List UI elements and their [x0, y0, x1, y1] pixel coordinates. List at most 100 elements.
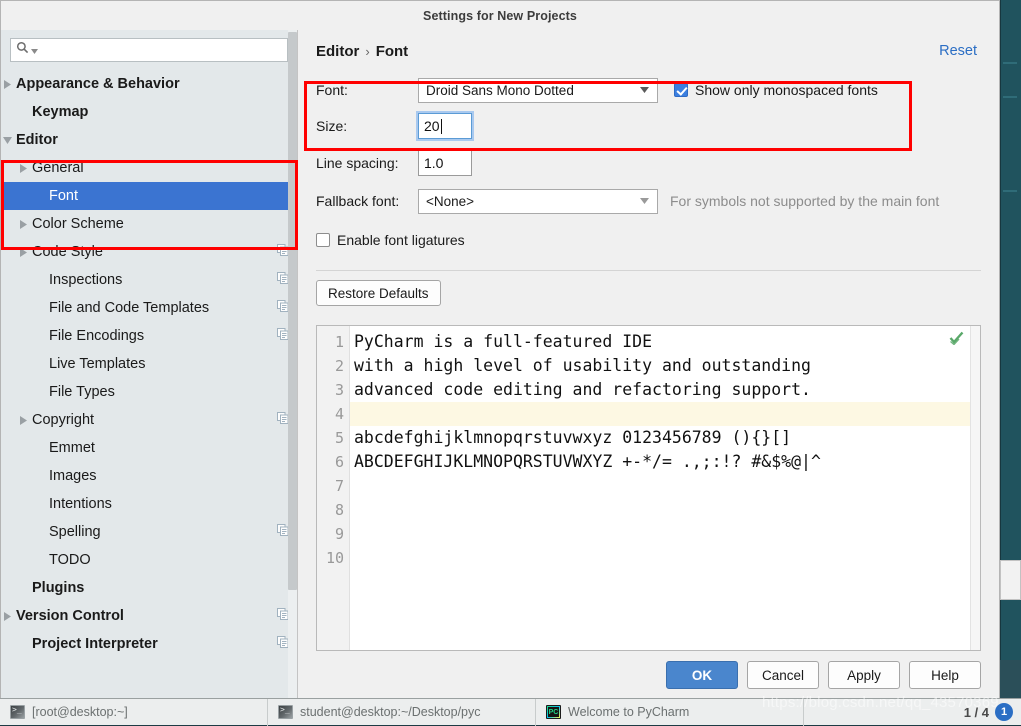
- size-label: Size:: [316, 118, 418, 134]
- sidebar-item-label: Live Templates: [49, 356, 145, 372]
- pager-label: 1 / 4: [964, 705, 989, 720]
- sidebar-item-plugins[interactable]: Plugins: [1, 574, 297, 602]
- sidebar-item-keymap[interactable]: Keymap: [1, 98, 297, 126]
- monospaced-checkbox-row[interactable]: Show only monospaced fonts: [674, 82, 878, 98]
- chevron-right-icon[interactable]: [17, 414, 30, 427]
- sidebar-item-label: Intentions: [49, 496, 112, 512]
- taskbar-item[interactable]: student@desktop:~/Desktop/pyc: [268, 699, 536, 726]
- sidebar-item-general[interactable]: General: [1, 154, 297, 182]
- sidebar-item-inspections[interactable]: Inspections: [1, 266, 297, 294]
- font-preview-editor[interactable]: 12345678910 PyCharm is a full-featured I…: [316, 325, 981, 651]
- chevron-right-icon[interactable]: [1, 610, 14, 623]
- taskbar-item-label: [root@desktop:~]: [32, 705, 128, 719]
- dialog-titlebar: Settings for New Projects: [1, 1, 999, 30]
- ok-button[interactable]: OK: [666, 661, 738, 689]
- tree-spacer: [34, 386, 47, 399]
- monospaced-checkbox[interactable]: [674, 83, 688, 97]
- sidebar-item-label: Images: [49, 468, 97, 484]
- sidebar-item-color-scheme[interactable]: Color Scheme: [1, 210, 297, 238]
- breadcrumb-root[interactable]: Editor: [316, 43, 359, 60]
- cancel-button[interactable]: Cancel: [747, 661, 819, 689]
- restore-defaults-button[interactable]: Restore Defaults: [316, 280, 441, 306]
- tree-spacer: [34, 190, 47, 203]
- preview-line: advanced code editing and refactoring su…: [350, 378, 970, 402]
- ligatures-checkbox-row[interactable]: Enable font ligatures: [316, 232, 465, 248]
- line-spacing-row: Line spacing: 1.0: [316, 144, 981, 182]
- ligatures-label: Enable font ligatures: [337, 232, 465, 248]
- tree-spacer: [34, 358, 47, 371]
- tree-spacer: [17, 638, 30, 651]
- sidebar-item-label: File Types: [49, 384, 115, 400]
- sidebar-item-copyright[interactable]: Copyright: [1, 406, 297, 434]
- tree-spacer: [34, 442, 47, 455]
- settings-tree: Appearance & BehaviorKeymapEditorGeneral…: [1, 68, 297, 699]
- search-dropdown-icon[interactable]: [31, 41, 38, 59]
- sidebar-item-version-control[interactable]: Version Control: [1, 602, 297, 630]
- preview-line: [350, 546, 970, 570]
- taskbar: [root@desktop:~] student@desktop:~/Deskt…: [0, 698, 1021, 725]
- dialog-title: Settings for New Projects: [423, 9, 577, 23]
- sidebar-item-file-encodings[interactable]: File Encodings: [1, 322, 297, 350]
- font-family-select[interactable]: Droid Sans Mono Dotted: [418, 78, 658, 103]
- pager-badge[interactable]: 1: [995, 703, 1013, 721]
- line-number: 1: [317, 330, 349, 354]
- sidebar-item-editor[interactable]: Editor: [1, 126, 297, 154]
- sidebar-item-code-style[interactable]: Code Style: [1, 238, 297, 266]
- sidebar-item-label: File Encodings: [49, 328, 144, 344]
- font-size-input[interactable]: 20: [418, 113, 472, 139]
- sidebar-item-todo[interactable]: TODO: [1, 546, 297, 574]
- fallback-font-hint: For symbols not supported by the main fo…: [670, 193, 939, 209]
- sidebar-item-intentions[interactable]: Intentions: [1, 490, 297, 518]
- sidebar-item-spelling[interactable]: Spelling: [1, 518, 297, 546]
- tree-spacer: [34, 498, 47, 511]
- sidebar-item-file-types[interactable]: File Types: [1, 378, 297, 406]
- sidebar-item-emmet[interactable]: Emmet: [1, 434, 297, 462]
- sidebar-item-images[interactable]: Images: [1, 462, 297, 490]
- sidebar-item-font[interactable]: Font: [1, 182, 297, 210]
- font-settings-form: Font: Droid Sans Mono Dotted Show only m…: [298, 72, 999, 315]
- font-size-value: 20: [424, 118, 440, 134]
- pycharm-icon: [546, 705, 561, 719]
- line-number: 7: [317, 474, 349, 498]
- dialog-body: Appearance & BehaviorKeymapEditorGeneral…: [1, 30, 999, 699]
- fallback-font-select[interactable]: <None>: [418, 189, 658, 214]
- line-number: 5: [317, 426, 349, 450]
- sidebar-scrollbar-track[interactable]: [288, 30, 297, 699]
- tree-spacer: [34, 554, 47, 567]
- workspace-pager[interactable]: 1 / 4 1: [964, 703, 1021, 721]
- apply-button[interactable]: Apply: [828, 661, 900, 689]
- sidebar-item-label: TODO: [49, 552, 91, 568]
- search-container: [1, 30, 297, 68]
- taskbar-item-label: student@desktop:~/Desktop/pyc: [300, 705, 481, 719]
- ligatures-checkbox[interactable]: [316, 233, 330, 247]
- help-button[interactable]: Help: [909, 661, 981, 689]
- preview-code-area[interactable]: PyCharm is a full-featured IDEwith a hig…: [350, 326, 970, 650]
- search-box[interactable]: [10, 38, 288, 62]
- chevron-right-icon[interactable]: [1, 78, 14, 91]
- sidebar-scrollbar-thumb[interactable]: [288, 32, 297, 590]
- search-input[interactable]: [40, 43, 282, 57]
- taskbar-item[interactable]: Welcome to PyCharm: [536, 699, 804, 726]
- sidebar-item-appearance-behavior[interactable]: Appearance & Behavior: [1, 70, 297, 98]
- sidebar-item-file-and-code-templates[interactable]: File and Code Templates: [1, 294, 297, 322]
- sidebar-item-label: Code Style: [32, 244, 103, 260]
- chevron-down-icon[interactable]: [1, 134, 14, 147]
- sidebar-item-live-templates[interactable]: Live Templates: [1, 350, 297, 378]
- chevron-right-icon[interactable]: [17, 246, 30, 259]
- chevron-right-icon[interactable]: [17, 162, 30, 175]
- preview-line: [350, 402, 970, 426]
- taskbar-item[interactable]: [root@desktop:~]: [0, 699, 268, 726]
- preview-scrollbar[interactable]: [970, 326, 980, 650]
- sidebar-item-project-interpreter[interactable]: Project Interpreter: [1, 630, 297, 658]
- terminal-icon: [278, 705, 293, 719]
- line-spacing-input[interactable]: 1.0: [418, 150, 472, 176]
- dialog-button-bar: OK Cancel Apply Help: [298, 651, 999, 699]
- sidebar-item-label: Inspections: [49, 272, 122, 288]
- preview-line: abcdefghijklmnopqrstuvwxyz 0123456789 ()…: [350, 426, 970, 450]
- reset-link[interactable]: Reset: [939, 43, 977, 59]
- fallback-font-label: Fallback font:: [316, 193, 418, 209]
- ligatures-row: Enable font ligatures: [316, 220, 981, 260]
- settings-sidebar: Appearance & BehaviorKeymapEditorGeneral…: [1, 30, 298, 699]
- chevron-right-icon[interactable]: [17, 218, 30, 231]
- terminal-icon: [10, 705, 25, 719]
